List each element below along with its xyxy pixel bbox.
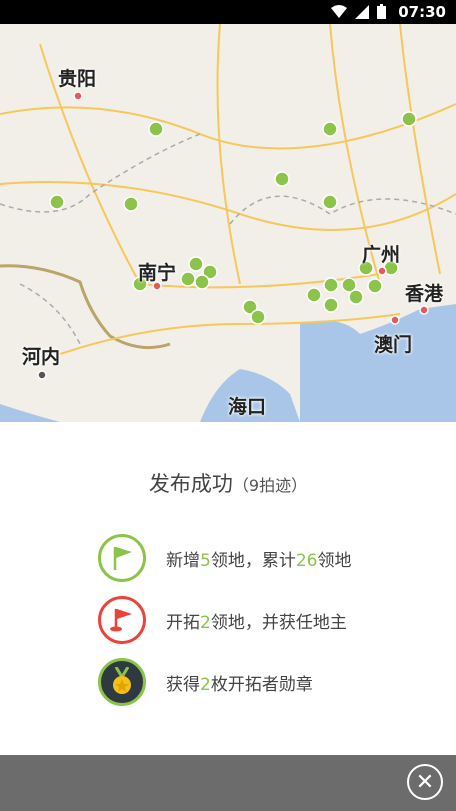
result-item-pioneer: 开拓2领地，并获任地主 <box>98 596 347 644</box>
signal-icon <box>355 4 369 19</box>
city-label: 广州 <box>362 244 401 266</box>
footer-bar: ✕ <box>0 755 456 811</box>
red-flag-icon <box>98 596 146 644</box>
result-item-text: 新增5领地，累计26领地 <box>166 550 352 571</box>
count-open: （ <box>232 476 249 495</box>
count-value: 9 <box>248 476 260 495</box>
result-item-medal: 获得2枚开拓者勋章 <box>98 658 313 706</box>
publish-title-text: 发布成功 <box>148 472 233 496</box>
result-item-text: 开拓2领地，并获任地主 <box>166 612 347 633</box>
count-unit: 拍迹） <box>259 476 308 495</box>
city-label: 澳门 <box>374 334 413 356</box>
close-button[interactable]: ✕ <box>407 764 443 800</box>
battery-icon <box>377 4 386 19</box>
publish-title: 发布成功（9拍迹） <box>0 468 456 498</box>
status-bar: 07:30 <box>0 0 456 24</box>
result-item-text: 获得2枚开拓者勋章 <box>166 674 313 695</box>
city-label: 河内 <box>22 346 61 368</box>
city-label: 贵阳 <box>58 68 97 90</box>
city-label: 南宁 <box>138 262 177 284</box>
close-icon: ✕ <box>415 769 435 795</box>
status-icons <box>331 4 386 19</box>
city-label: 海口 <box>228 396 267 418</box>
publish-result-panel: 发布成功（9拍迹） 新增5领地，累计26领地 开拓2领地，并获任地主 获得2枚开… <box>0 422 456 755</box>
map-view[interactable]: 贵阳 南宁 广州 香港 澳门 河内 海口 <box>0 24 456 422</box>
city-label: 香港 <box>405 283 444 305</box>
status-time: 07:30 <box>398 3 446 21</box>
result-item-territory: 新增5领地，累计26领地 <box>98 534 351 582</box>
wifi-icon <box>331 4 347 18</box>
green-flag-icon <box>98 534 146 582</box>
medal-icon <box>98 658 146 706</box>
